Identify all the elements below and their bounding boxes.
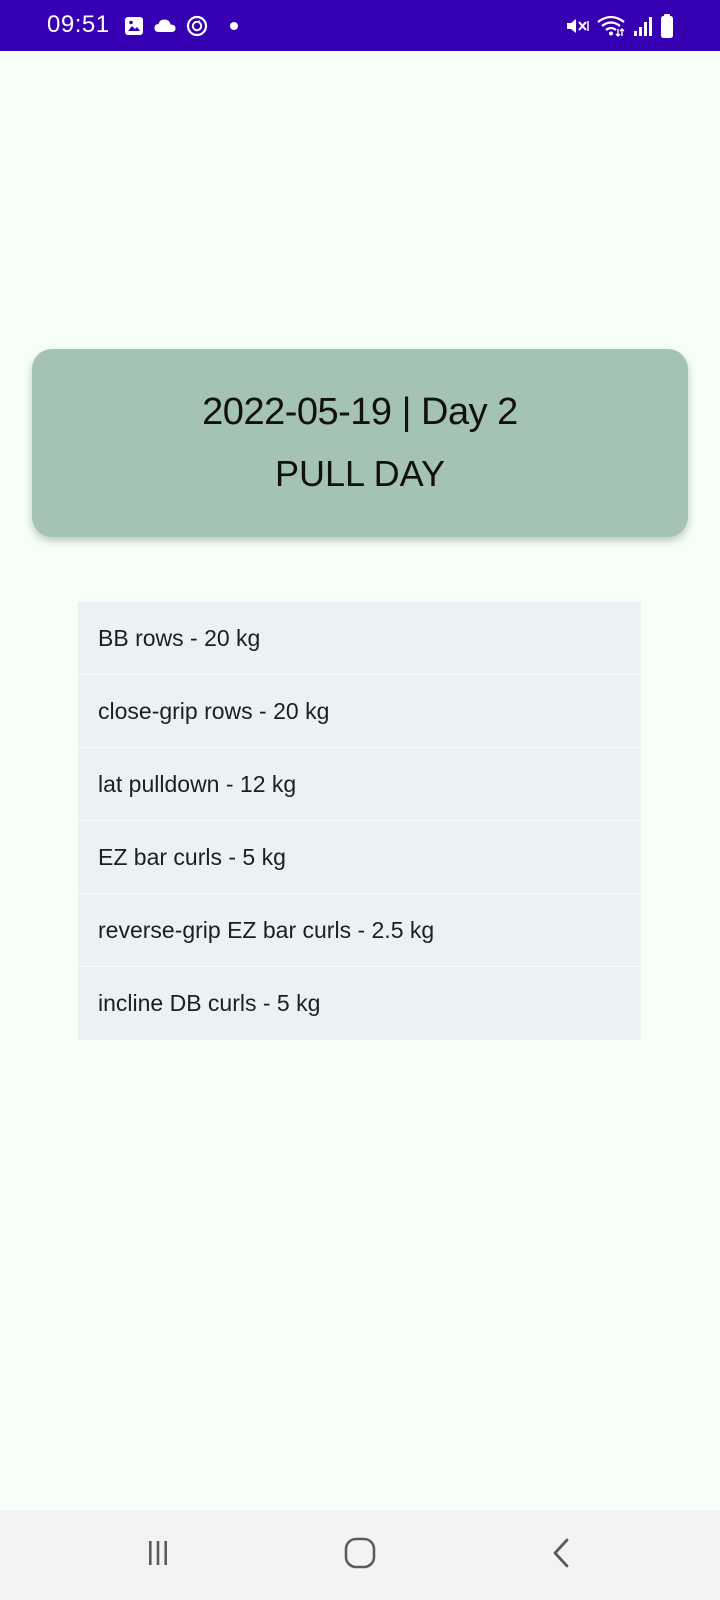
status-time: 09:51 [47,11,110,38]
mute-vibrate-icon [564,14,590,38]
signal-icon [632,14,654,38]
workout-day-title: PULL DAY [274,453,446,494]
status-system-icons [564,12,674,40]
status-bar: 09:51 [0,0,720,51]
status-notification-icons [123,13,239,39]
exercise-list-item[interactable]: BB rows - 20 kg [78,602,641,675]
exercise-list-item[interactable]: incline DB curls - 5 kg [78,967,641,1040]
exercise-list-item[interactable]: EZ bar curls - 5 kg [78,821,641,894]
workout-date-label: 2022-05-19 | Day 2 [202,391,518,433]
exercise-list-item[interactable]: lat pulldown - 12 kg [78,748,641,821]
home-button[interactable] [330,1528,390,1582]
day-header-card: 2022-05-19 | Day 2 PULL DAY [32,349,688,537]
back-button[interactable] [532,1528,592,1582]
navigation-bar [0,1510,720,1600]
notification-dot-icon [229,21,239,31]
recent-apps-icon [143,1538,173,1573]
exercise-list: BB rows - 20 kg close-grip rows - 20 kg … [78,602,641,1040]
recent-apps-button[interactable] [128,1528,188,1582]
back-icon [547,1536,577,1575]
sync-icon [185,14,209,38]
wifi-icon [596,14,626,38]
home-icon [343,1536,377,1575]
exercise-list-item[interactable]: close-grip rows - 20 kg [78,675,641,748]
cloud-icon [153,15,177,37]
gallery-icon [123,15,145,37]
exercise-list-item[interactable]: reverse-grip EZ bar curls - 2.5 kg [78,894,641,967]
battery-icon [660,13,674,39]
